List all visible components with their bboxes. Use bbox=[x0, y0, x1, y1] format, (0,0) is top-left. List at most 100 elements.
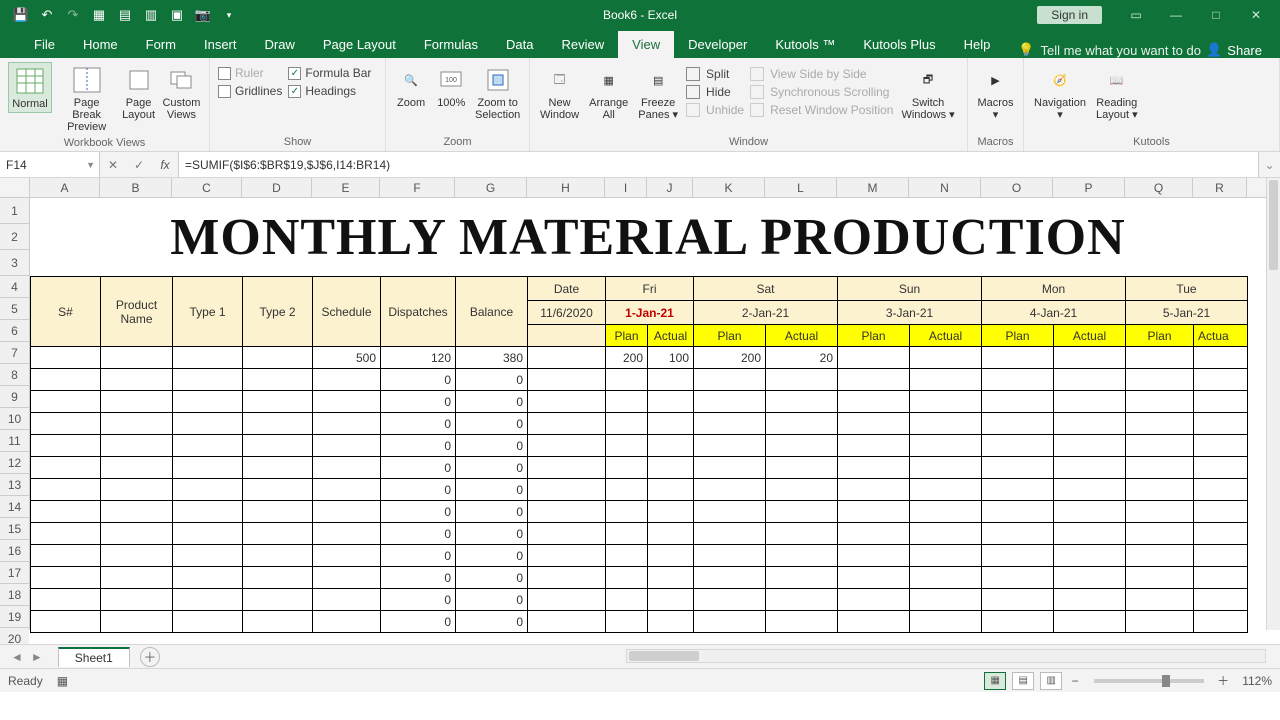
tab-draw[interactable]: Draw bbox=[251, 31, 309, 58]
cell[interactable] bbox=[1194, 435, 1248, 457]
cell[interactable] bbox=[1194, 523, 1248, 545]
cell[interactable] bbox=[910, 369, 982, 391]
cell[interactable] bbox=[31, 567, 101, 589]
cell[interactable] bbox=[243, 479, 313, 501]
cell[interactable] bbox=[528, 589, 606, 611]
cell[interactable] bbox=[1054, 589, 1126, 611]
cell[interactable] bbox=[766, 391, 838, 413]
row-header-15[interactable]: 15 bbox=[0, 518, 29, 540]
cell[interactable] bbox=[243, 523, 313, 545]
zoom-out-button[interactable]: − bbox=[1068, 674, 1082, 688]
close-icon[interactable]: ✕ bbox=[1236, 3, 1276, 27]
synchronous-scrolling-button[interactable]: Synchronous Scrolling bbox=[750, 84, 893, 100]
cell[interactable]: 0 bbox=[456, 391, 528, 413]
cell[interactable] bbox=[1054, 523, 1126, 545]
cell[interactable] bbox=[694, 567, 766, 589]
cell[interactable] bbox=[766, 611, 838, 633]
cell[interactable] bbox=[982, 479, 1054, 501]
cell[interactable] bbox=[766, 589, 838, 611]
tab-insert[interactable]: Insert bbox=[190, 31, 251, 58]
sheet-nav-prev-icon[interactable]: ◄ bbox=[8, 650, 26, 664]
cell[interactable] bbox=[243, 501, 313, 523]
cell[interactable] bbox=[173, 545, 243, 567]
page-break-preview-button[interactable]: Page Break Preview bbox=[58, 62, 115, 135]
row-header-5[interactable]: 5 bbox=[0, 298, 29, 320]
cell[interactable] bbox=[982, 545, 1054, 567]
row-headers[interactable]: 1234567891011121314151617181920 bbox=[0, 198, 30, 630]
cell[interactable] bbox=[910, 413, 982, 435]
cell[interactable] bbox=[1194, 413, 1248, 435]
spreadsheet-grid[interactable]: ABCDEFGHIJKLMNOPQR 123456789101112131415… bbox=[0, 178, 1280, 644]
cell[interactable]: 0 bbox=[381, 391, 456, 413]
cell[interactable] bbox=[1126, 479, 1194, 501]
zoom-slider-knob[interactable] bbox=[1162, 675, 1170, 687]
cell[interactable] bbox=[1126, 457, 1194, 479]
tab-data[interactable]: Data bbox=[492, 31, 547, 58]
cell[interactable] bbox=[313, 567, 381, 589]
qat-customize-icon[interactable]: ▾ bbox=[218, 4, 240, 26]
name-box-dropdown-icon[interactable]: ▼ bbox=[86, 160, 95, 170]
cell[interactable] bbox=[31, 391, 101, 413]
cell[interactable]: 0 bbox=[456, 611, 528, 633]
cell[interactable] bbox=[313, 501, 381, 523]
headings-checkbox[interactable]: Headings bbox=[288, 84, 371, 98]
cell[interactable] bbox=[1054, 501, 1126, 523]
cells-area[interactable]: MONTHLY MATERIAL PRODUCTION S# Product N… bbox=[30, 198, 1266, 630]
cell[interactable] bbox=[606, 611, 648, 633]
tab-page-layout[interactable]: Page Layout bbox=[309, 31, 410, 58]
cell[interactable] bbox=[1194, 479, 1248, 501]
camera-icon[interactable]: 📷 bbox=[192, 4, 214, 26]
row-header-7[interactable]: 7 bbox=[0, 342, 29, 364]
cell[interactable] bbox=[694, 457, 766, 479]
cell[interactable] bbox=[31, 545, 101, 567]
cell[interactable] bbox=[766, 479, 838, 501]
cell[interactable] bbox=[694, 501, 766, 523]
cell[interactable] bbox=[910, 523, 982, 545]
cell[interactable] bbox=[173, 391, 243, 413]
cell[interactable] bbox=[1054, 435, 1126, 457]
cell[interactable] bbox=[766, 567, 838, 589]
cell[interactable] bbox=[173, 413, 243, 435]
zoom-100-button[interactable]: 100 100% bbox=[434, 62, 468, 111]
cell[interactable] bbox=[838, 479, 910, 501]
cell[interactable] bbox=[606, 567, 648, 589]
arrange-all-button[interactable]: ▦Arrange All bbox=[587, 62, 630, 123]
cell[interactable] bbox=[982, 501, 1054, 523]
cell[interactable] bbox=[243, 457, 313, 479]
tab-kutools[interactable]: Kutools ™ bbox=[761, 31, 849, 58]
row-header-13[interactable]: 13 bbox=[0, 474, 29, 496]
cell[interactable] bbox=[31, 633, 1248, 645]
cell[interactable] bbox=[910, 545, 982, 567]
cell[interactable]: 0 bbox=[456, 435, 528, 457]
cell[interactable] bbox=[606, 523, 648, 545]
cell[interactable] bbox=[243, 545, 313, 567]
cell[interactable] bbox=[313, 545, 381, 567]
cell[interactable]: 0 bbox=[381, 413, 456, 435]
cell[interactable]: 0 bbox=[456, 457, 528, 479]
cell[interactable] bbox=[1194, 391, 1248, 413]
cell[interactable] bbox=[173, 567, 243, 589]
minimize-icon[interactable]: — bbox=[1156, 3, 1196, 27]
cell[interactable] bbox=[694, 391, 766, 413]
cell[interactable] bbox=[101, 567, 173, 589]
cell[interactable] bbox=[31, 479, 101, 501]
cell[interactable] bbox=[606, 479, 648, 501]
cell[interactable] bbox=[1054, 347, 1126, 369]
cell[interactable] bbox=[313, 435, 381, 457]
cell[interactable] bbox=[910, 391, 982, 413]
tab-kutools-plus[interactable]: Kutools Plus bbox=[849, 31, 949, 58]
cell[interactable] bbox=[101, 413, 173, 435]
col-header-G[interactable]: G bbox=[455, 178, 527, 197]
view-side-by-side-button[interactable]: View Side by Side bbox=[750, 66, 893, 82]
cell[interactable] bbox=[1054, 479, 1126, 501]
switch-windows-button[interactable]: 🗗Switch Windows ▾ bbox=[899, 62, 956, 123]
cell[interactable] bbox=[766, 435, 838, 457]
cell[interactable] bbox=[694, 435, 766, 457]
cell[interactable] bbox=[313, 523, 381, 545]
cell[interactable]: 0 bbox=[381, 545, 456, 567]
navigation-button[interactable]: 🧭Navigation ▾ bbox=[1032, 62, 1088, 123]
col-header-C[interactable]: C bbox=[172, 178, 242, 197]
cell[interactable] bbox=[694, 479, 766, 501]
cell[interactable] bbox=[606, 435, 648, 457]
tab-file[interactable]: File bbox=[20, 31, 69, 58]
